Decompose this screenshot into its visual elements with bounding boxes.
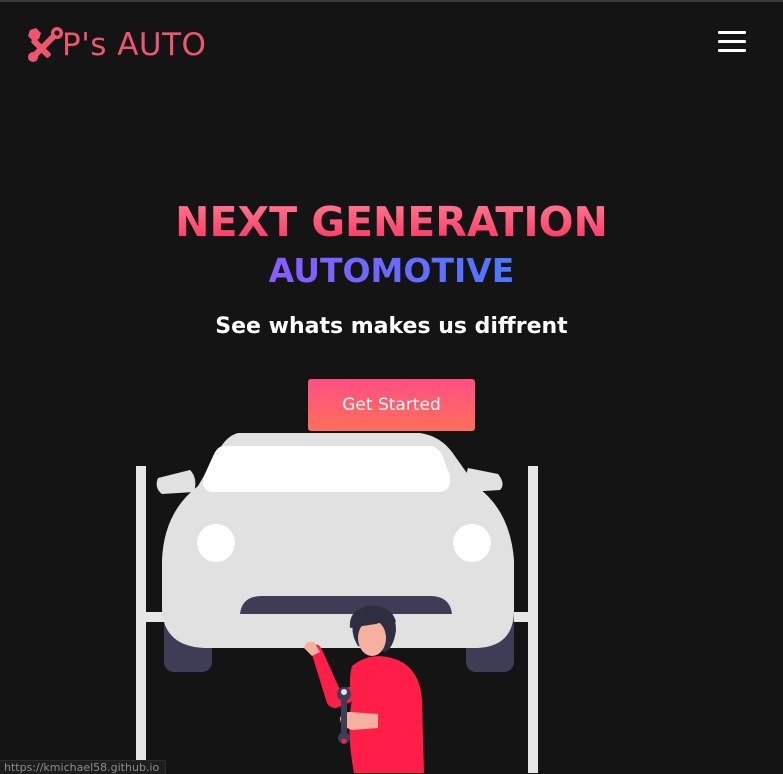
status-bar-url: https://kmichael58.github.io — [0, 760, 167, 774]
tire-right — [466, 590, 514, 672]
tire-left — [164, 590, 212, 672]
get-started-button[interactable]: Get Started — [308, 379, 475, 431]
mirror-right — [466, 468, 503, 492]
car-windshield — [203, 446, 451, 492]
headlight-left — [197, 524, 235, 562]
lift-post-right — [528, 466, 538, 773]
lift-arm-right — [505, 612, 535, 622]
hero-title: NEXT GENERATION — [0, 196, 783, 248]
car-body — [162, 433, 514, 648]
headlight-right — [453, 524, 491, 562]
mirror-left — [156, 470, 196, 494]
lift-arm-left — [140, 612, 180, 622]
hamburger-menu-icon[interactable] — [716, 29, 748, 55]
car-grill — [240, 596, 452, 614]
hero-subtitle-text: AUTOMOTIVE — [268, 251, 515, 290]
tools-icon — [28, 27, 63, 62]
brand-logo-link[interactable]: P's AUTO — [26, 26, 206, 64]
hero-subtitle: AUTOMOTIVE — [0, 250, 783, 292]
navbar: P's AUTO — [0, 0, 783, 90]
hero-description: See whats makes us diffrent — [215, 314, 568, 339]
mechanic-figure — [304, 605, 424, 773]
brand-name: P's AUTO — [62, 27, 207, 63]
lift-post-left — [136, 466, 146, 773]
